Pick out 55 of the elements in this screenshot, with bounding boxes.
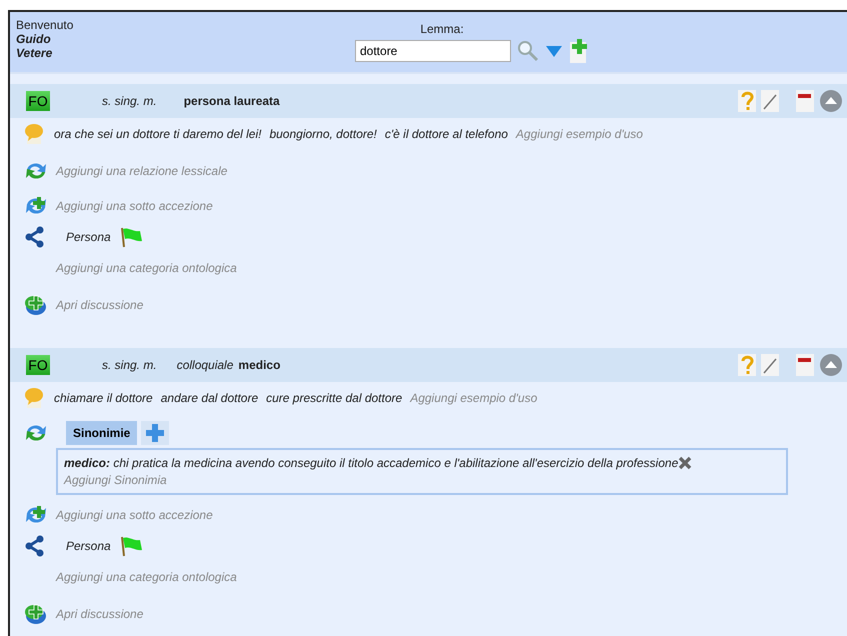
add-category-link[interactable]: Aggiungi una categoria ontologica (56, 570, 237, 584)
user-last-name: Vetere (16, 46, 54, 60)
usage-example: c'è il dottore al telefono (384, 126, 508, 140)
speech-bubble-icon (24, 386, 46, 408)
category-label: Persona (66, 230, 111, 244)
add-category-link[interactable]: Aggiungi una categoria ontologica (56, 260, 237, 274)
flag-icon (118, 226, 143, 248)
sense-definition: medico (238, 358, 280, 372)
close-icon[interactable] (678, 456, 692, 470)
user-first-name: Guido (16, 32, 52, 46)
lemma-label: Lemma: (420, 22, 464, 36)
cycle-plus-icon[interactable] (24, 504, 48, 526)
discussion-add-icon[interactable] (24, 602, 48, 626)
register-label: colloquiale (176, 358, 234, 372)
category-label: Persona (66, 538, 111, 552)
pencil-icon[interactable] (761, 353, 779, 377)
remove-icon[interactable] (795, 353, 815, 377)
relation-tab[interactable]: Sinonimie (66, 420, 138, 444)
open-discussion-link[interactable]: Apri discussione (56, 606, 144, 620)
usage-example: andare dal dottore (160, 390, 258, 404)
lemma-input-field[interactable]: dottore (355, 40, 511, 62)
share-nodes-icon[interactable] (24, 226, 46, 248)
grammar-label: s. sing. m. (102, 94, 157, 108)
open-discussion-link[interactable]: Apri discussione (56, 298, 144, 312)
synonym-entry: medico: chi pratica la medicina avendo conseguito il titolo accademico e l'abilitazione all'esercizio della professione (64, 456, 678, 470)
add-relation-button[interactable] (141, 420, 170, 444)
usage-example: ora che sei un dottore ti daremo del lei! (54, 126, 262, 140)
source-badge: FO (26, 91, 50, 111)
add-example-link[interactable]: Aggiungi esempio d'uso (516, 126, 643, 140)
add-document-icon[interactable] (569, 38, 589, 64)
dropdown-triangle-icon[interactable] (545, 44, 563, 58)
add-example-link[interactable]: Aggiungi esempio d'uso (410, 390, 538, 404)
grammar-label: s. sing. m. (102, 358, 157, 372)
flag-icon (118, 534, 143, 556)
usage-example: chiamare il dottore (54, 390, 153, 404)
source-badge: FO (26, 355, 50, 375)
help-icon[interactable] (737, 353, 757, 377)
add-synonym-link[interactable]: Aggiungi Sinonimia (64, 473, 780, 487)
usage-example: buongiorno, dottore! (269, 126, 377, 140)
share-nodes-icon[interactable] (24, 534, 46, 556)
add-subsense-link[interactable]: Aggiungi una sotto accezione (56, 198, 213, 212)
sense-definition: persona laureata (184, 94, 280, 108)
help-icon[interactable] (737, 89, 757, 113)
discussion-add-icon[interactable] (24, 292, 48, 316)
collapse-icon[interactable] (819, 353, 843, 377)
welcome-text: Benvenuto (16, 18, 74, 32)
collapse-icon[interactable] (819, 89, 843, 113)
speech-bubble-icon (24, 122, 46, 144)
add-relation-link[interactable]: Aggiungi una relazione lessicale (56, 164, 228, 178)
remove-icon[interactable] (795, 89, 815, 113)
usage-example: cure prescritte dal dottore (266, 390, 402, 404)
cycle-plus-icon[interactable] (24, 194, 48, 216)
pencil-icon[interactable] (761, 89, 779, 113)
add-subsense-link[interactable]: Aggiungi una sotto accezione (56, 508, 213, 522)
search-icon[interactable] (517, 40, 539, 62)
